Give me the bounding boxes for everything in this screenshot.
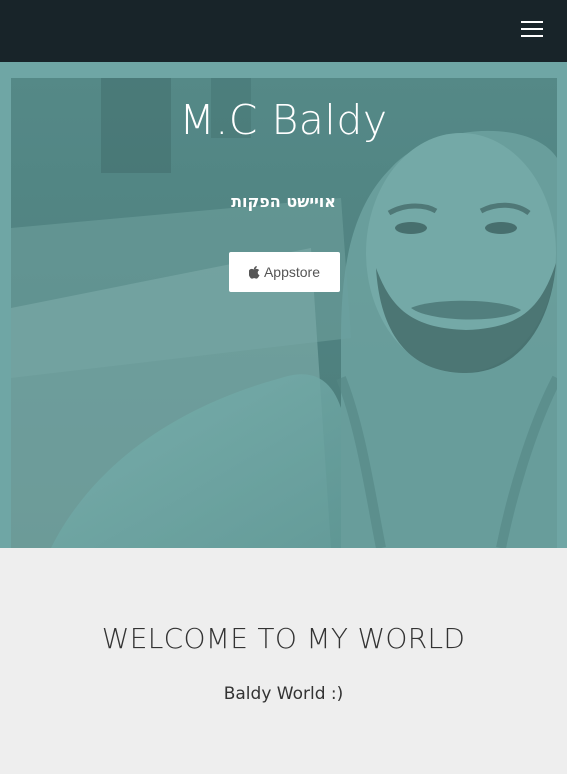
hero-background-photo bbox=[11, 78, 557, 548]
hero-title: M.C Baldy bbox=[179, 96, 388, 144]
welcome-title: WELCOME TO MY WORLD bbox=[101, 622, 466, 655]
hamburger-menu-icon[interactable] bbox=[521, 21, 543, 39]
hero-subtitle: אויישט הפקות bbox=[231, 192, 336, 211]
top-navbar bbox=[0, 0, 567, 62]
menu-bar-line bbox=[521, 35, 543, 37]
menu-bar-line bbox=[521, 28, 543, 30]
welcome-text: Baldy World :) bbox=[223, 684, 344, 704]
apple-icon bbox=[248, 265, 260, 279]
appstore-button[interactable]: Appstore bbox=[229, 252, 340, 292]
menu-bar-line bbox=[521, 21, 543, 23]
appstore-button-label: Appstore bbox=[263, 264, 321, 280]
hero-section: M.C Baldy אויישט הפקות Appstore bbox=[0, 62, 567, 548]
